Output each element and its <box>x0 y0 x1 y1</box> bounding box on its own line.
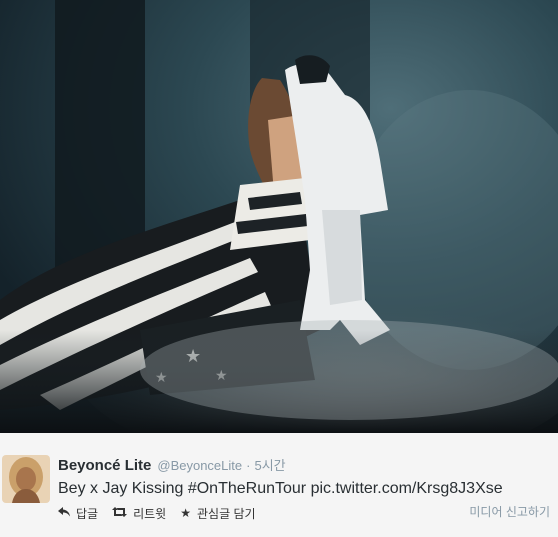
report-media-link[interactable]: 미디어 신고하기 <box>469 503 550 520</box>
reply-button[interactable]: 답글 <box>58 505 98 522</box>
reply-label: 답글 <box>76 506 99 521</box>
favorite-button[interactable]: ★ 관심글 담기 <box>180 505 255 522</box>
user-handle[interactable]: @BeyonceLite <box>157 458 242 473</box>
tweet-actions: 답글 리트윗 ★ 관심글 담기 <box>58 505 270 521</box>
retweet-label: 리트윗 <box>133 506 167 521</box>
star-icon: ★ <box>180 506 191 520</box>
tweet-photo[interactable]: ★ ★ ★ <box>0 0 558 433</box>
display-name[interactable]: Beyoncé Lite <box>58 457 151 474</box>
tweet-text: Bey x Jay Kissing #OnTheRunTour pic.twit… <box>58 480 503 497</box>
retweet-button[interactable]: 리트윗 <box>112 505 166 522</box>
reply-icon <box>58 507 70 519</box>
separator-dot: · <box>246 458 251 473</box>
tweet-card: Beyoncé Lite @BeyonceLite · 5시간 Bey x Ja… <box>0 433 558 537</box>
avatar[interactable] <box>2 455 50 503</box>
retweet-icon <box>112 507 128 519</box>
timestamp[interactable]: 5시간 <box>254 455 285 474</box>
favorite-label: 관심글 담기 <box>196 506 256 521</box>
tweet-header: Beyoncé Lite @BeyonceLite · 5시간 <box>58 455 286 475</box>
